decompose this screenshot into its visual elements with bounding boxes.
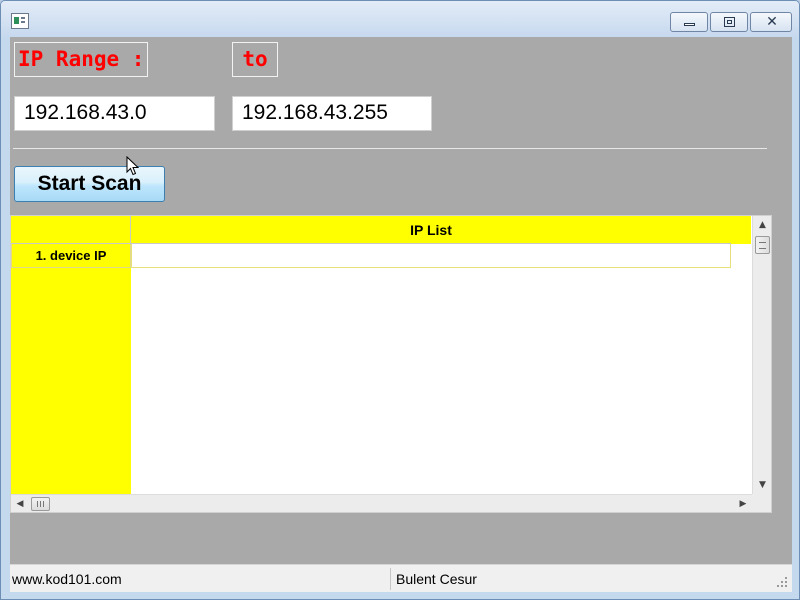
vertical-scrollbar[interactable]: ▲ ▼ xyxy=(752,216,771,494)
to-label: to xyxy=(232,42,278,77)
app-window: ✕ IP Range : to 192.168.43.0 192.168.43.… xyxy=(0,0,800,600)
column-header-filler xyxy=(731,216,751,244)
column-header-ip-list[interactable]: IP List xyxy=(131,216,731,244)
horizontal-scroll-thumb[interactable] xyxy=(31,497,50,511)
status-website: www.kod101.com xyxy=(12,571,122,587)
status-divider xyxy=(390,568,391,590)
from-ip-input[interactable]: 192.168.43.0 xyxy=(14,96,215,131)
mouse-cursor-icon xyxy=(126,156,140,176)
scroll-left-icon[interactable]: ◀ xyxy=(11,495,29,512)
title-bar[interactable]: ✕ xyxy=(1,1,799,37)
resize-grip-icon[interactable] xyxy=(776,577,788,589)
ip-range-label: IP Range : xyxy=(14,42,148,77)
scrollbar-corner xyxy=(752,494,771,512)
app-icon[interactable] xyxy=(11,13,29,29)
scroll-up-icon[interactable]: ▲ xyxy=(753,216,771,234)
maximize-icon xyxy=(724,17,735,27)
separator-line xyxy=(13,148,767,149)
close-icon: ✕ xyxy=(766,14,778,30)
maximize-button[interactable] xyxy=(710,12,748,32)
horizontal-scrollbar[interactable]: ◀ ▶ xyxy=(11,494,752,512)
close-button[interactable]: ✕ xyxy=(750,12,792,32)
grid-corner-cell[interactable] xyxy=(11,216,131,244)
minimize-icon xyxy=(684,23,695,26)
status-author: Bulent Cesur xyxy=(396,571,477,587)
scroll-down-icon[interactable]: ▼ xyxy=(753,476,771,494)
to-ip-input[interactable]: 192.168.43.255 xyxy=(232,96,432,131)
start-scan-button[interactable]: Start Scan xyxy=(14,166,165,202)
grid-cell[interactable] xyxy=(131,244,731,268)
ip-list-grid[interactable]: IP List 1. device IP ▲ ▼ ◀ ▶ xyxy=(10,215,772,513)
scroll-right-icon[interactable]: ▶ xyxy=(734,495,752,512)
vertical-scroll-thumb[interactable] xyxy=(755,236,770,254)
minimize-button[interactable] xyxy=(670,12,708,32)
client-area: IP Range : to 192.168.43.0 192.168.43.25… xyxy=(10,37,792,564)
status-bar: www.kod101.com Bulent Cesur xyxy=(10,564,792,592)
row-header-device-ip[interactable]: 1. device IP xyxy=(11,244,131,268)
